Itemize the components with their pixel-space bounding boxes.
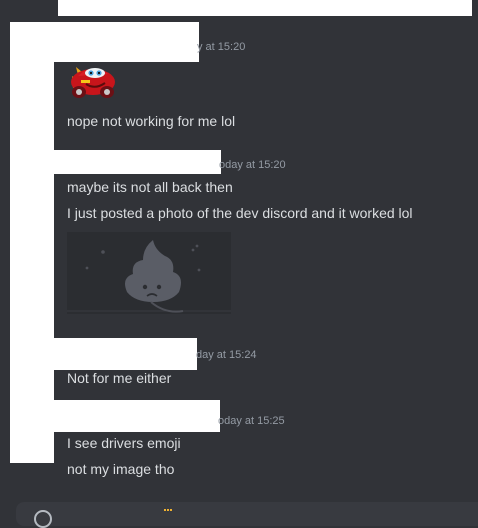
message-timestamp: y at 15:20 bbox=[197, 41, 246, 53]
message-text: maybe its not all back then bbox=[67, 179, 233, 195]
message-timestamp: day at 15:24 bbox=[196, 349, 257, 361]
message-timestamp: oday at 15:25 bbox=[218, 415, 285, 427]
sparkle-icon bbox=[164, 509, 172, 517]
redaction-username-4 bbox=[54, 400, 220, 432]
message-text: not my image tho bbox=[67, 461, 175, 477]
redaction-username-3 bbox=[54, 338, 197, 370]
redaction-top-bar bbox=[58, 0, 472, 16]
message-text: I see drivers emoji bbox=[67, 435, 181, 451]
message-text: Not for me either bbox=[67, 370, 172, 386]
redaction-left-column bbox=[10, 22, 54, 463]
broken-image-placeholder[interactable] bbox=[67, 232, 231, 314]
message-composer[interactable] bbox=[16, 502, 478, 528]
redaction-username-1 bbox=[54, 22, 199, 62]
message-timestamp: oday at 15:20 bbox=[219, 159, 286, 171]
message-text: I just posted a photo of the dev discord… bbox=[67, 205, 413, 221]
message-text: nope not working for me lol bbox=[67, 113, 236, 129]
add-attachment-icon[interactable] bbox=[34, 510, 52, 528]
lightning-mcqueen-emoji[interactable] bbox=[66, 60, 118, 104]
redaction-username-2 bbox=[54, 150, 221, 174]
